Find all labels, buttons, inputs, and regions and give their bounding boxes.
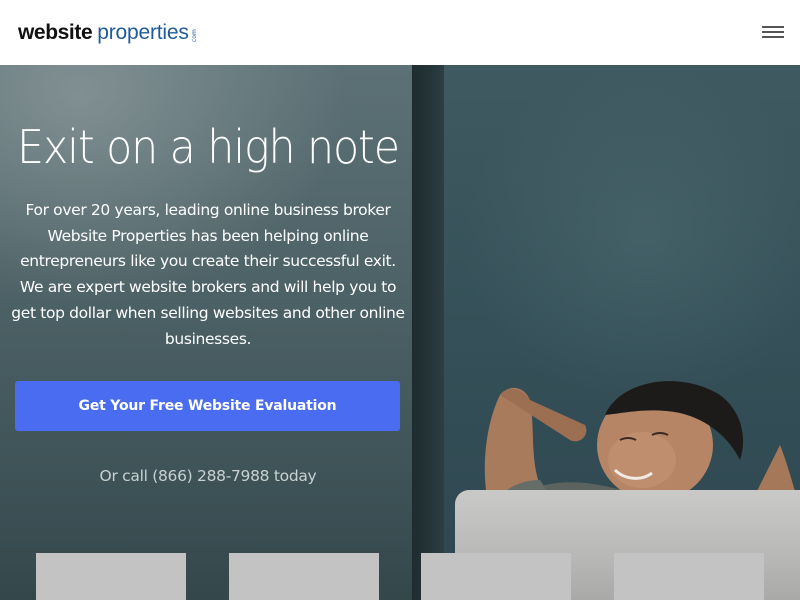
logo-word-website: website: [18, 21, 93, 44]
logo-domain-mark: com: [190, 29, 198, 42]
call-phone-text[interactable]: Or call (866) 288-7988 today: [0, 467, 416, 485]
logo-word-properties: properties: [97, 21, 189, 44]
hero-section: Exit on a high note For over 20 years, l…: [0, 65, 800, 600]
hero-title: Exit on a high note: [17, 120, 400, 174]
site-logo[interactable]: website properties com: [18, 20, 198, 46]
hamburger-line: [762, 26, 784, 28]
hamburger-menu-icon[interactable]: [762, 25, 784, 40]
feature-tile: [614, 553, 764, 600]
site-header: website properties com: [0, 0, 800, 65]
hamburger-line: [762, 36, 784, 38]
free-website-evaluation-button[interactable]: Get Your Free Website Evaluation: [15, 381, 400, 431]
hamburger-line: [762, 31, 784, 33]
feature-tile: [421, 553, 571, 600]
feature-tile: [229, 553, 379, 600]
hero-description: For over 20 years, leading online busine…: [11, 201, 405, 348]
feature-tile: [36, 553, 186, 600]
